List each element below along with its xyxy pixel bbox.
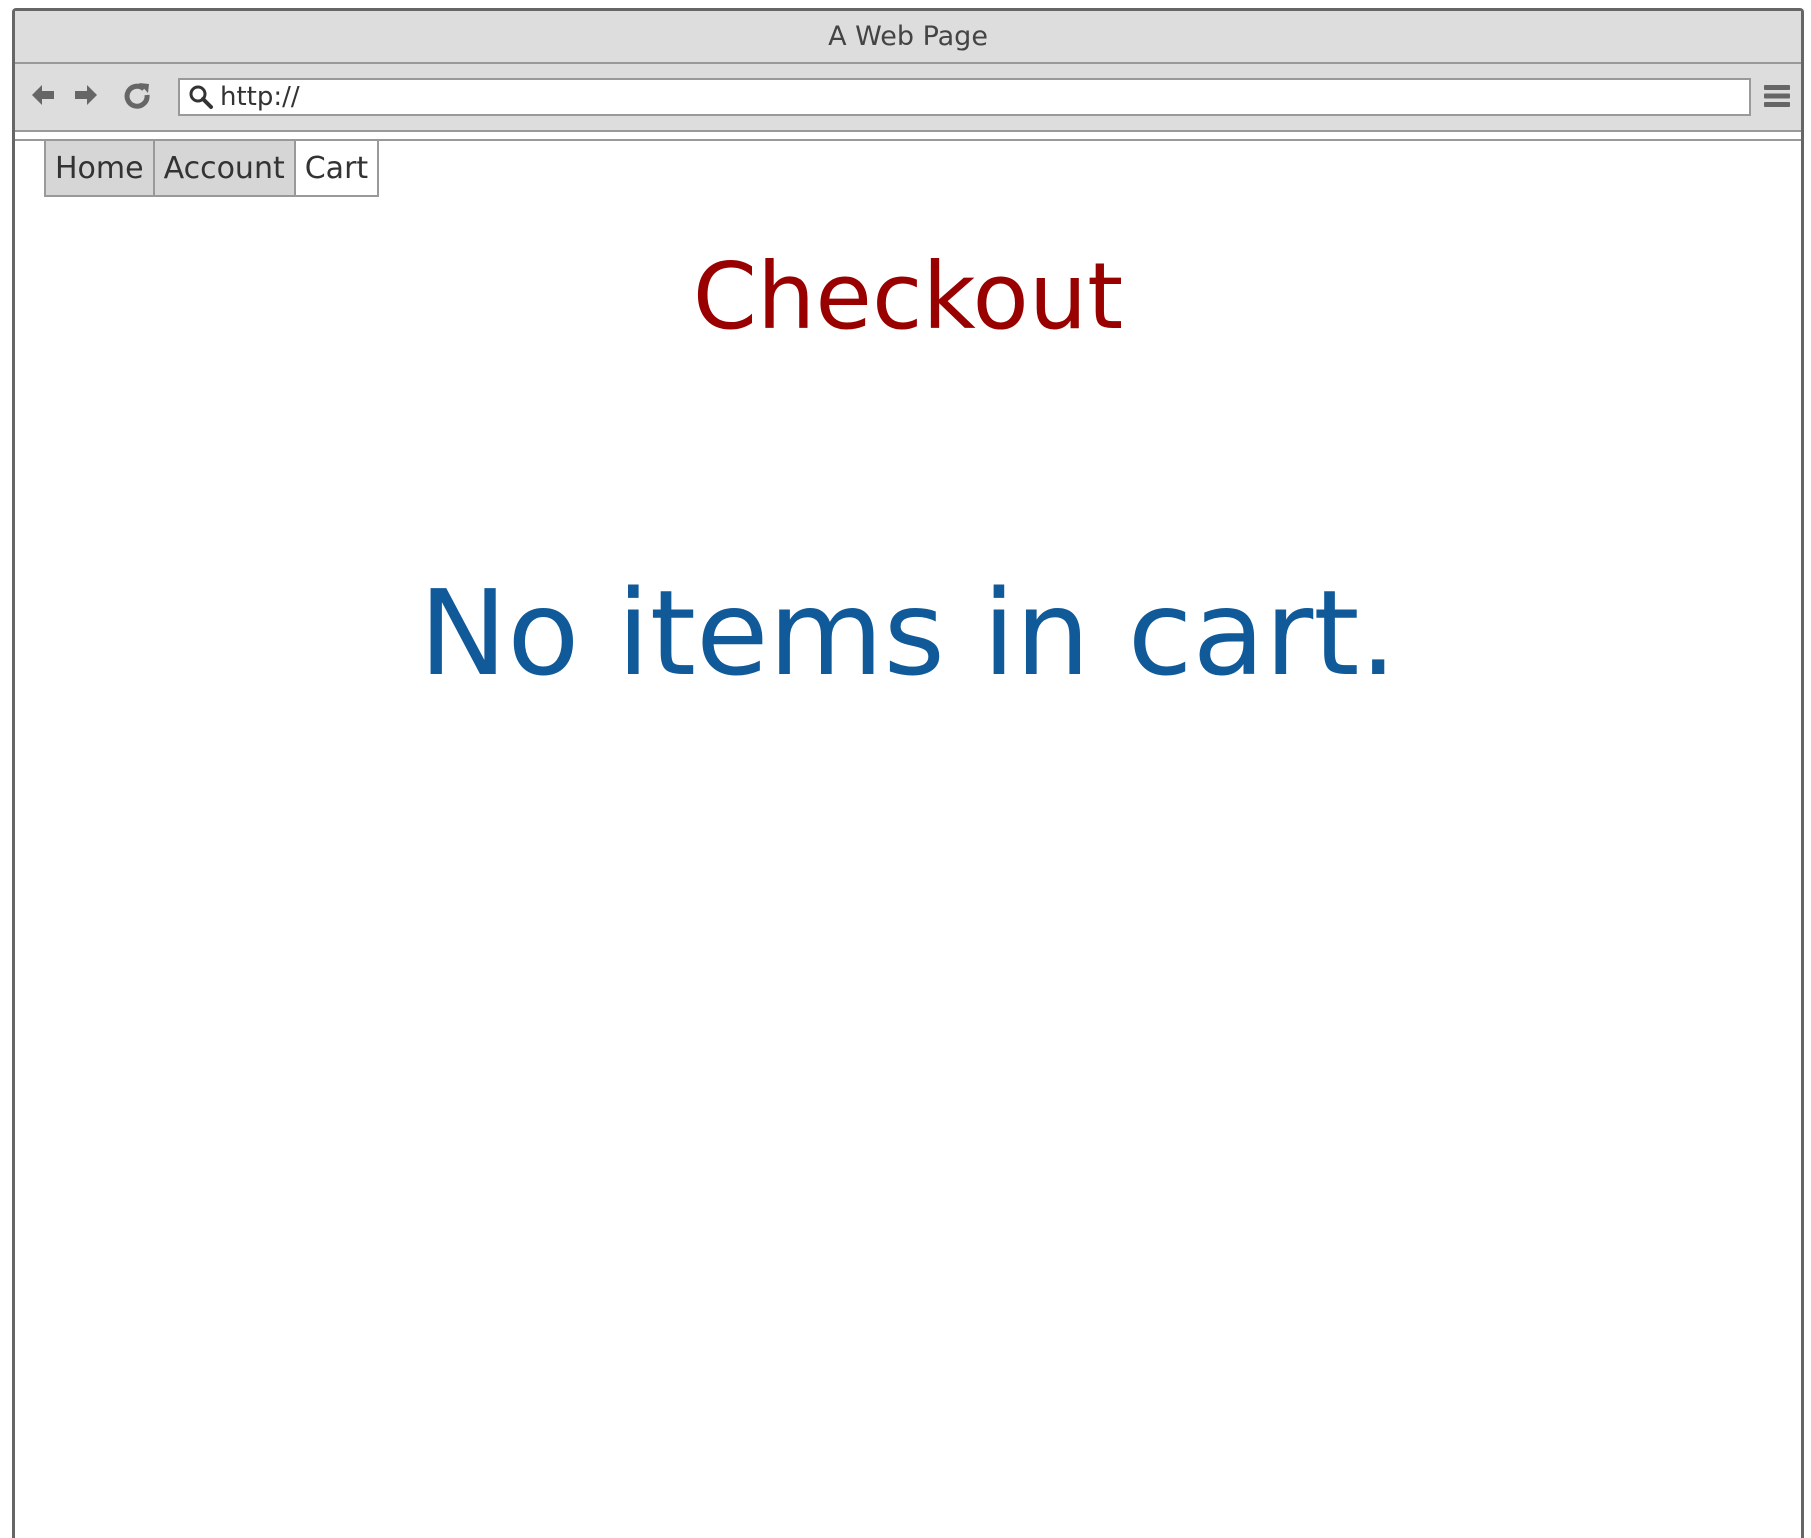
forward-button[interactable] bbox=[68, 77, 104, 113]
search-icon bbox=[184, 80, 218, 114]
tab-label: Cart bbox=[304, 150, 369, 186]
arrow-left-icon bbox=[32, 85, 54, 105]
page-title: Checkout bbox=[692, 243, 1124, 350]
tab-bar: Home Account Cart bbox=[44, 141, 380, 197]
window-title: A Web Page bbox=[828, 21, 988, 52]
tab-label: Account bbox=[163, 150, 285, 186]
browser-window: A Web Page http:// Home Account Cart Che… bbox=[12, 8, 1804, 1538]
address-bar[interactable] bbox=[178, 78, 1751, 116]
menu-button[interactable] bbox=[1759, 78, 1795, 114]
window-titlebar: A Web Page bbox=[15, 11, 1801, 64]
url-input[interactable] bbox=[218, 81, 1749, 113]
arrow-right-icon bbox=[75, 85, 97, 105]
back-button[interactable] bbox=[25, 77, 61, 113]
tab-cart[interactable]: Cart bbox=[293, 141, 380, 197]
tab-home[interactable]: Home bbox=[44, 141, 155, 197]
tab-label: Home bbox=[55, 150, 144, 186]
hamburger-menu-icon bbox=[1764, 85, 1790, 107]
browser-toolbar bbox=[15, 64, 1801, 132]
reload-button[interactable] bbox=[119, 77, 155, 113]
reload-icon bbox=[124, 83, 150, 109]
tab-account[interactable]: Account bbox=[152, 141, 296, 197]
empty-cart-message: No items in cart. bbox=[418, 564, 1398, 702]
